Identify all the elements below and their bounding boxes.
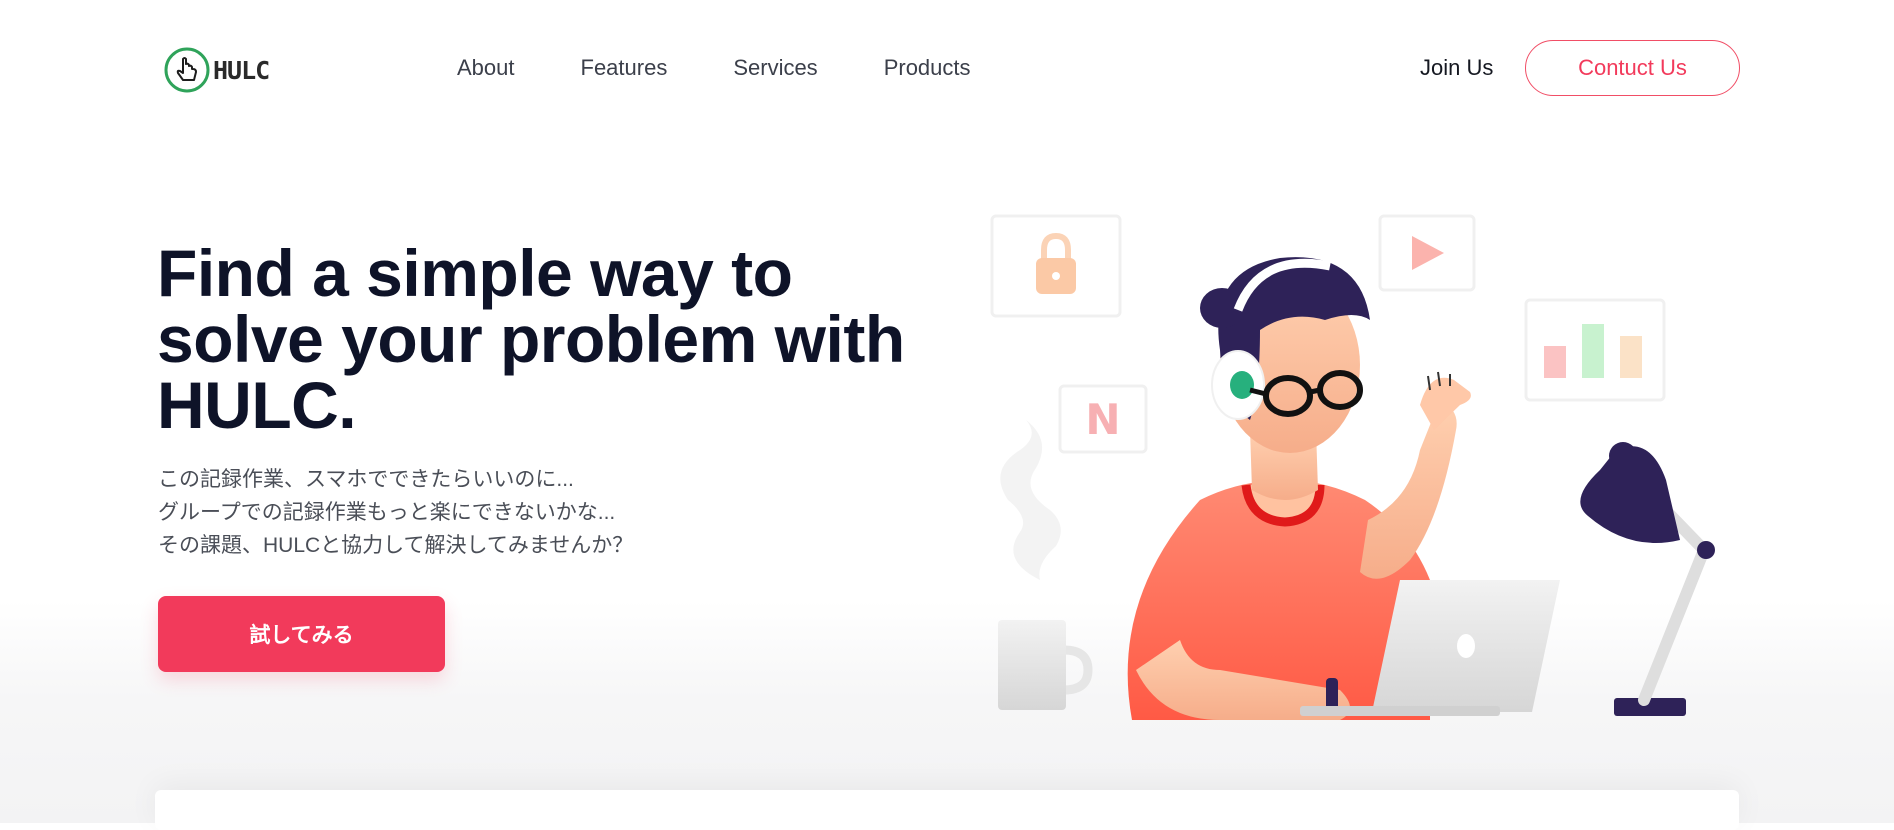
hero-title: Find a simple way to solve your problem …	[157, 240, 957, 438]
try-it-button[interactable]: 試してみる	[158, 596, 445, 672]
brand-name: HULC	[213, 55, 270, 85]
hero-subtitle-line: その課題、HULCと協力して解決してみませんか？	[158, 534, 634, 557]
nav-link-products[interactable]: Products	[884, 52, 971, 84]
brand-logo[interactable]: HULC	[163, 46, 270, 94]
hero-title-line: Find a simple way to	[157, 236, 793, 310]
mug-icon	[998, 620, 1093, 710]
steam-shape	[1000, 420, 1061, 580]
lamp-icon	[1580, 442, 1715, 716]
lock-tile	[990, 214, 1122, 318]
hero-subtitle: この記録作業、スマホでできたらいいのに... グループでの記録作業もっと楽にでき…	[158, 463, 633, 562]
content-card-edge	[155, 790, 1739, 830]
hero-title-line: HULC.	[157, 368, 357, 442]
nav-link-about[interactable]: About	[457, 52, 515, 84]
cursor-hand-icon	[164, 47, 210, 93]
chart-tile	[1524, 298, 1666, 402]
join-us-link[interactable]: Join Us	[1420, 52, 1493, 84]
nav-link-services[interactable]: Services	[733, 52, 817, 84]
top-navigation: HULC About Features Services Products Jo…	[0, 0, 1894, 140]
hero-illustration: N	[990, 214, 1715, 720]
nav-link-features[interactable]: Features	[581, 52, 668, 84]
n-tile: N	[1058, 384, 1148, 454]
contact-us-button[interactable]: Contuct Us	[1525, 40, 1740, 96]
hero-subtitle-line: グループでの記録作業もっと楽にできないかな...	[158, 501, 616, 524]
hero-subtitle-line: この記録作業、スマホでできたらいいのに...	[158, 468, 574, 491]
hero-title-line: solve your problem with	[157, 302, 905, 376]
netflix-n-icon: N	[1085, 395, 1120, 444]
primary-nav: About Features Services Products	[457, 52, 1037, 84]
play-tile	[1378, 214, 1476, 292]
